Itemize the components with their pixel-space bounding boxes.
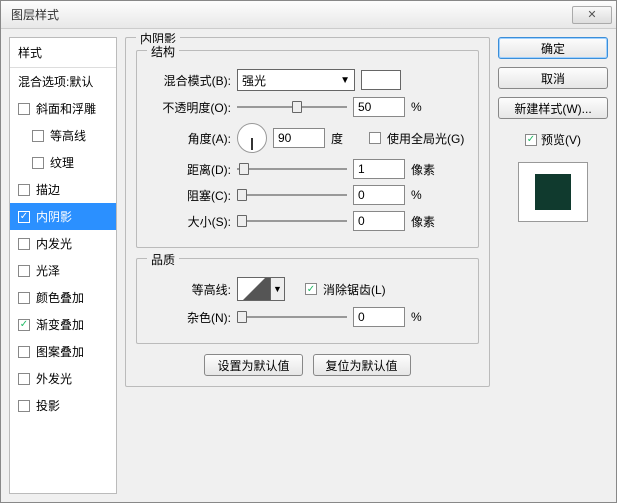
center-panel: 内阴影 结构 混合模式(B): 强光 ▼ 不透明度(O):	[125, 37, 490, 494]
ok-button[interactable]: 确定	[498, 37, 608, 59]
size-unit: 像素	[411, 213, 443, 230]
sidebar-item[interactable]: ✓ 内阴影	[10, 203, 116, 230]
distance-slider[interactable]	[237, 162, 347, 176]
opacity-slider[interactable]	[237, 100, 347, 114]
panel-outer: 内阴影 结构 混合模式(B): 强光 ▼ 不透明度(O):	[125, 37, 490, 387]
style-sidebar: 样式 混合选项:默认 斜面和浮雕等高线纹理描边 ✓ 内阴影内发光光泽颜色叠加 ✓ 渐变叠…	[9, 37, 117, 494]
distance-label: 距离(D):	[147, 161, 231, 178]
sidebar-item[interactable]: 纹理	[10, 149, 116, 176]
sidebar-item-label: 图案叠加	[36, 343, 84, 360]
chevron-down-icon: ▼	[340, 75, 350, 86]
checkbox-icon[interactable]	[18, 292, 30, 304]
dialog-title: 图层样式	[11, 6, 572, 23]
dialog-body: 样式 混合选项:默认 斜面和浮雕等高线纹理描边 ✓ 内阴影内发光光泽颜色叠加 ✓ 渐变叠…	[1, 29, 616, 502]
quality-legend: 品质	[147, 251, 179, 268]
sidebar-item-label: 光泽	[36, 262, 60, 279]
sidebar-header: 样式	[10, 38, 116, 68]
sidebar-item[interactable]: 等高线	[10, 122, 116, 149]
opacity-label: 不透明度(O):	[147, 99, 231, 116]
checkbox-icon[interactable]: ✓	[18, 211, 30, 223]
new-style-button[interactable]: 新建样式(W)...	[498, 97, 608, 119]
structure-group: 结构 混合模式(B): 强光 ▼ 不透明度(O): %	[136, 50, 479, 248]
checkbox-icon[interactable]	[18, 346, 30, 358]
blend-mode-label: 混合模式(B):	[147, 72, 231, 89]
choke-slider[interactable]	[237, 188, 347, 202]
preview-swatch	[518, 162, 588, 222]
preview-checkbox[interactable]: ✓	[525, 134, 537, 146]
sidebar-item[interactable]: 斜面和浮雕	[10, 95, 116, 122]
checkbox-icon[interactable]	[18, 238, 30, 250]
choke-input[interactable]	[353, 185, 405, 205]
preview-label: 预览(V)	[541, 131, 581, 148]
opacity-input[interactable]	[353, 97, 405, 117]
sidebar-item-label: 外发光	[36, 370, 72, 387]
blend-mode-select[interactable]: 强光 ▼	[237, 69, 355, 91]
set-default-button[interactable]: 设置为默认值	[204, 354, 302, 376]
quality-group: 品质 等高线: ▼ ✓ 消除锯齿(L) 杂色(N):	[136, 258, 479, 344]
sidebar-item-label: 颜色叠加	[36, 289, 84, 306]
sidebar-item[interactable]: 图案叠加	[10, 338, 116, 365]
checkbox-icon[interactable]	[32, 157, 44, 169]
noise-label: 杂色(N):	[147, 309, 231, 326]
angle-input[interactable]	[273, 128, 325, 148]
global-light-label: 使用全局光(G)	[387, 130, 464, 147]
sidebar-item[interactable]: 内发光	[10, 230, 116, 257]
global-light-checkbox[interactable]	[369, 132, 381, 144]
noise-input[interactable]	[353, 307, 405, 327]
sidebar-item-label: 等高线	[50, 127, 86, 144]
angle-dial[interactable]	[237, 123, 267, 153]
checkbox-icon[interactable]	[18, 184, 30, 196]
structure-legend: 结构	[147, 43, 179, 60]
cancel-button[interactable]: 取消	[498, 67, 608, 89]
sidebar-item[interactable]: 投影	[10, 392, 116, 419]
close-button[interactable]: ✕	[572, 6, 612, 24]
blend-mode-value: 强光	[242, 72, 266, 89]
choke-label: 阻塞(C):	[147, 187, 231, 204]
sidebar-item-label: 渐变叠加	[36, 316, 84, 333]
checkbox-icon[interactable]	[18, 265, 30, 277]
titlebar: 图层样式 ✕	[1, 1, 616, 29]
angle-label: 角度(A):	[147, 130, 231, 147]
antialias-checkbox[interactable]: ✓	[305, 283, 317, 295]
sidebar-item-label: 内阴影	[36, 208, 72, 225]
noise-slider[interactable]	[237, 310, 347, 324]
checkbox-icon[interactable]	[32, 130, 44, 142]
sidebar-item[interactable]: 光泽	[10, 257, 116, 284]
sidebar-item[interactable]: ✓ 渐变叠加	[10, 311, 116, 338]
sidebar-item[interactable]: 外发光	[10, 365, 116, 392]
sidebar-item[interactable]: 描边	[10, 176, 116, 203]
sidebar-item-label: 描边	[36, 181, 60, 198]
choke-unit: %	[411, 188, 443, 202]
sidebar-blend-defaults[interactable]: 混合选项:默认	[10, 68, 116, 95]
sidebar-item-label: 纹理	[50, 154, 74, 171]
checkbox-icon[interactable]	[18, 400, 30, 412]
opacity-unit: %	[411, 100, 443, 114]
size-label: 大小(S):	[147, 213, 231, 230]
checkbox-icon[interactable]	[18, 373, 30, 385]
shadow-color-swatch[interactable]	[361, 70, 401, 90]
reset-default-button[interactable]: 复位为默认值	[313, 354, 411, 376]
sidebar-item-label: 投影	[36, 397, 60, 414]
contour-label: 等高线:	[147, 281, 231, 298]
contour-dropdown[interactable]: ▼	[271, 277, 285, 301]
right-column: 确定 取消 新建样式(W)... ✓ 预览(V)	[498, 37, 608, 494]
distance-unit: 像素	[411, 161, 443, 178]
close-icon: ✕	[587, 8, 596, 21]
size-input[interactable]	[353, 211, 405, 231]
sidebar-item-label: 内发光	[36, 235, 72, 252]
sidebar-item-label: 斜面和浮雕	[36, 100, 96, 117]
contour-picker[interactable]	[237, 277, 271, 301]
distance-input[interactable]	[353, 159, 405, 179]
noise-unit: %	[411, 310, 443, 324]
layer-style-dialog: 图层样式 ✕ 样式 混合选项:默认 斜面和浮雕等高线纹理描边 ✓ 内阴影内发光光泽颜…	[0, 0, 617, 503]
checkbox-icon[interactable]: ✓	[18, 319, 30, 331]
antialias-label: 消除锯齿(L)	[323, 281, 386, 298]
angle-unit: 度	[331, 130, 363, 147]
size-slider[interactable]	[237, 214, 347, 228]
sidebar-item[interactable]: 颜色叠加	[10, 284, 116, 311]
checkbox-icon[interactable]	[18, 103, 30, 115]
